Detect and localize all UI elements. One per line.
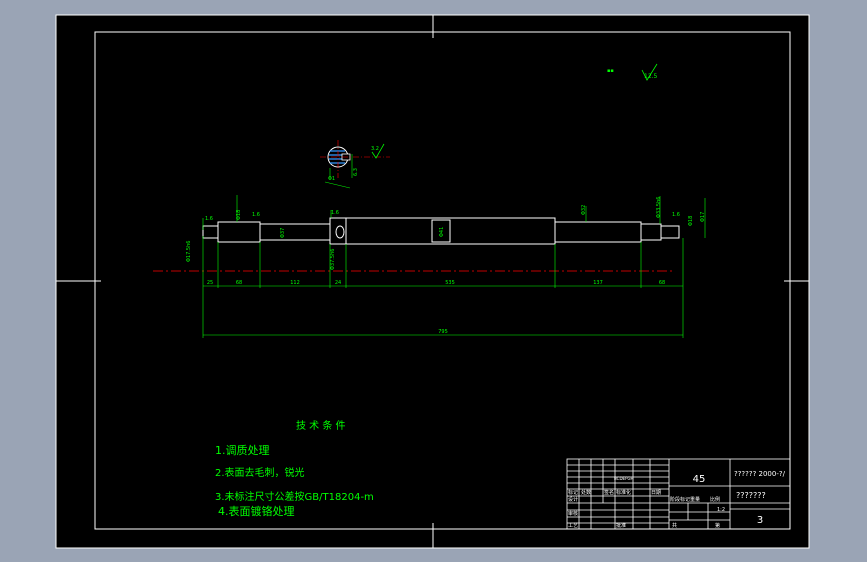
axial-dim-2: 68: [236, 280, 242, 286]
label-mark: 标记: [568, 489, 578, 496]
dia-right-1: Φ41: [439, 227, 445, 237]
section-label-1: 6.3: [353, 168, 359, 176]
notes-title: 技 术 条 件: [296, 419, 346, 432]
section-label-2: Φ1: [328, 176, 335, 182]
label-count: 处数: [581, 489, 591, 496]
axial-dim-6: 137: [593, 280, 603, 286]
dia-left-4: Φ37.5h6: [330, 249, 336, 270]
axial-dim-5: 535: [445, 280, 455, 286]
dia-right-4: Φ18: [688, 216, 694, 226]
label-ratio: 比例: [710, 496, 720, 503]
sheet-number: 3: [757, 515, 763, 526]
note-item-4: 4.表面镀铬处理: [218, 504, 295, 518]
section-roughness-text: 3.2: [371, 146, 379, 152]
note-item-1: 1.调质处理: [215, 444, 270, 457]
label-page: 第: [715, 522, 720, 529]
part-name: ???????: [736, 491, 766, 500]
rough-right-1: 1.6: [672, 212, 680, 218]
scale: 1:2: [717, 507, 725, 513]
note-item-3: 3.未标注尺寸公差按GB/T18204-m: [215, 490, 374, 503]
label-design: 设计: [568, 496, 578, 503]
overall-length: 795: [438, 329, 448, 335]
roughness-top-prefix: ▪▪: [607, 68, 614, 74]
dia-left-3: Φ37: [280, 228, 286, 238]
note-item-2: 2.表面去毛刺，锐光: [215, 466, 305, 479]
rough-left-1: 1.6: [205, 216, 213, 222]
label-stage: 阶段标记: [670, 496, 690, 503]
label-check: 审核: [568, 510, 578, 517]
axial-dim-7: 68: [659, 280, 665, 286]
rough-left-3: 1.6: [331, 210, 339, 216]
paper-area: [56, 15, 809, 548]
dia-right-3: Φ33.5h6: [656, 197, 662, 218]
material: 45: [693, 474, 706, 485]
label-weight: 重量: [690, 496, 700, 503]
label-revision: BCDEFGH: [614, 476, 633, 481]
drawing-sheet: 12.5 ▪▪ 3.2 6.3 Φ1 Φ17.5h6 1.6 Φ18 1.6 Φ…: [55, 14, 810, 549]
axial-dim-4: 24: [335, 280, 341, 286]
dia-left-1: Φ17.5h6: [186, 241, 192, 262]
axial-dim-3: 112: [290, 280, 300, 286]
rough-left-2: 1.6: [252, 212, 260, 218]
label-process: 工艺: [568, 523, 578, 529]
label-standard: 标准化: [616, 489, 631, 496]
label-sign: 签名: [604, 489, 614, 496]
label-date: 日期: [651, 490, 661, 496]
axial-dim-1: 25: [207, 280, 213, 286]
label-approve: 批准: [616, 522, 626, 529]
label-total: 共: [672, 522, 677, 529]
drawing-code: ?????? 2000-?/: [734, 470, 786, 478]
